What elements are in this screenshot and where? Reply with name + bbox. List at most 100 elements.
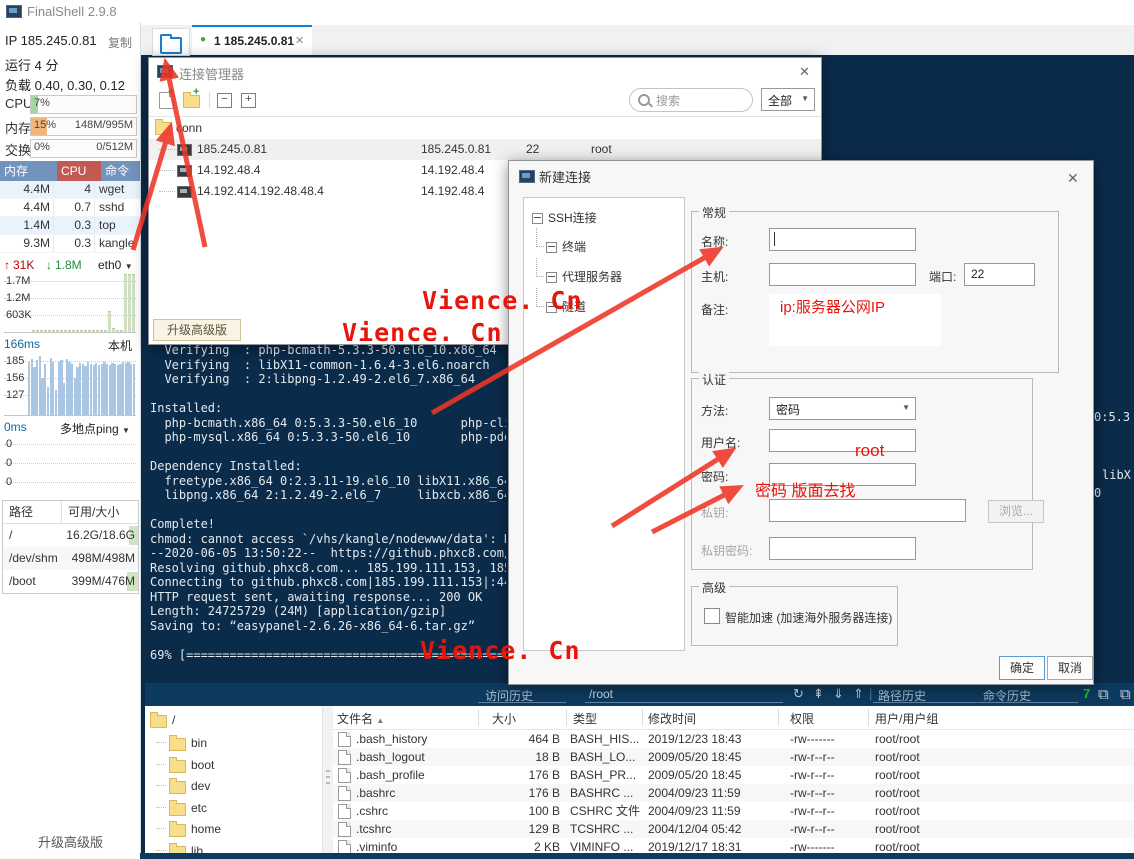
privatekey-input[interactable] [769, 499, 966, 522]
col-cpu[interactable]: CPU [57, 161, 101, 181]
fs-tree-item[interactable]: home [145, 818, 322, 839]
header-perm[interactable]: 权限 [790, 710, 814, 727]
fs-tree-item[interactable]: bin [145, 732, 322, 753]
header-owner[interactable]: 用户/用户组 [875, 710, 938, 727]
refresh-icon[interactable]: ↻ [793, 686, 804, 702]
col-mem[interactable]: 内存 [0, 161, 57, 181]
header-size[interactable]: 大小 [492, 710, 516, 727]
paste-icon[interactable]: ⧉ [1120, 686, 1131, 703]
fs-tree-root[interactable]: / [145, 710, 322, 730]
cpu-label: CPU [5, 96, 32, 111]
file-icon [338, 822, 351, 837]
tab-status-dot: ● [200, 34, 206, 45]
ok-button[interactable]: 确定 [999, 656, 1045, 680]
terminal-line: freetype.x86_64 0:2.3.11-19.el6_10 libX1… [150, 474, 506, 489]
close-icon[interactable]: ✕ [1067, 170, 1079, 187]
cancel-button[interactable]: 取消 [1047, 656, 1093, 680]
file-size: 129 B [482, 820, 560, 838]
file-row[interactable]: .bash_history464 BBASH_HIS...2019/12/23 … [332, 730, 1134, 748]
tree-expander-icon[interactable] [546, 242, 557, 253]
proc-mem: 1.4M [0, 217, 54, 234]
disk-row[interactable]: /boot399M/476M [3, 570, 138, 593]
file-row[interactable]: .bash_profile176 BBASH_PR...2009/05/20 1… [332, 766, 1134, 784]
tree-expander-icon[interactable] [532, 213, 543, 224]
name-input[interactable] [769, 228, 916, 251]
host-input[interactable] [769, 263, 916, 286]
file-row[interactable]: .bashrc176 BBASHRC ...2004/09/23 11:59-r… [332, 784, 1134, 802]
header-type[interactable]: 类型 [573, 710, 597, 727]
file-size: 176 B [482, 784, 560, 802]
search-input[interactable]: 搜索 [629, 88, 753, 112]
username-input[interactable] [769, 429, 916, 452]
plus-badge-icon: + [193, 86, 199, 98]
collapse-all-icon[interactable]: − [217, 93, 232, 108]
mping-select[interactable]: 多地点ping ▼ [60, 420, 130, 437]
connmgr-upgrade-button[interactable]: 升级高级版 [153, 319, 241, 341]
close-icon[interactable]: ✕ [799, 64, 810, 80]
swap-pct: 0% [34, 141, 50, 153]
disk-col-size[interactable]: 可用/大小 [62, 501, 138, 523]
fs-tree-item[interactable]: dev [145, 775, 322, 796]
tab-active[interactable]: ● 1 185.245.0.81 ✕ [192, 25, 312, 55]
upload-icon[interactable]: ⇑ [853, 686, 864, 702]
file-icon-fold [346, 768, 351, 773]
export-icon[interactable]: ⇞ [813, 686, 824, 702]
net-iface-select[interactable]: eth0 ▼ [98, 258, 133, 272]
terminal-output[interactable]: Verifying : php-bcmath-5.3.3-50.el6_10.x… [150, 343, 506, 673]
disk-row[interactable]: /16.2G/18.6G [3, 524, 138, 547]
file-row[interactable]: .bash_logout18 BBASH_LO...2009/05/20 18:… [332, 748, 1134, 766]
tab-close-icon[interactable]: ✕ [295, 34, 304, 47]
port-input[interactable]: 22 [964, 263, 1035, 286]
port-value: 22 [971, 267, 984, 281]
process-row[interactable]: 4.4M4wget [0, 181, 140, 199]
tree-dots [159, 149, 175, 150]
tree-item-ssh[interactable]: SSH连接 [548, 209, 597, 226]
fs-tree-item[interactable]: etc [145, 797, 322, 818]
folder-icon [150, 715, 167, 728]
tree-item-1[interactable]: 代理服务器 [562, 268, 622, 285]
tree-branch-line [156, 764, 166, 765]
col-separator [778, 709, 779, 726]
file-panel: / binbootdevetchomelib 文件名 ▲ 大小 类型 修改时间 … [145, 706, 1134, 855]
process-row[interactable]: 1.4M0.3top [0, 217, 140, 235]
connection-row[interactable]: 185.245.0.81185.245.0.8122root [149, 139, 821, 160]
transfer-count-badge[interactable]: 7 [1083, 686, 1090, 701]
fs-tree-item[interactable]: boot [145, 754, 322, 775]
terminal-fragment: libX [1102, 468, 1131, 482]
process-table: 内存 CPU 命令 4.4M4wget4.4M0.7sshd1.4M0.3top… [0, 161, 140, 253]
browse-button[interactable]: 浏览... [988, 500, 1044, 523]
sidebar-upgrade-link[interactable]: 升级高级版 [38, 832, 103, 851]
tree-expander-icon[interactable] [546, 272, 557, 283]
finalshell-window: FinalShell 2.9.8 Verifying : php-bcmath-… [0, 0, 1134, 859]
mem-pct: 15% [34, 119, 56, 131]
header-filename[interactable]: 文件名 ▲ [337, 710, 384, 727]
conn-folder-row[interactable]: conn [149, 118, 821, 139]
keypass-input[interactable] [769, 537, 916, 560]
col-cmd[interactable]: 命令 [101, 161, 140, 181]
disk-col-path[interactable]: 路径 [3, 501, 62, 523]
file-row[interactable]: .cshrc100 BCSHRC 文件2004/09/23 11:59-rw-r… [332, 802, 1134, 820]
accel-checkbox[interactable] [704, 608, 720, 624]
method-dropdown[interactable]: 密码 ▼ [769, 397, 916, 420]
process-row[interactable]: 9.3M0.3kangle [0, 235, 140, 253]
file-row[interactable]: .tcshrc129 BTCSHRC ...2004/12/04 05:42-r… [332, 820, 1134, 838]
tree-item-0[interactable]: 终端 [562, 238, 586, 255]
proc-cpu: 4 [54, 181, 95, 198]
net-bar [112, 328, 115, 332]
filter-dropdown[interactable]: 全部 ▼ [761, 88, 815, 111]
open-folder-button[interactable] [152, 28, 190, 56]
expand-all-icon[interactable]: + [241, 93, 256, 108]
process-rows: 4.4M4wget4.4M0.7sshd1.4M0.3top9.3M0.3kan… [0, 181, 140, 253]
name-label: 名称: [701, 233, 728, 250]
disk-path: /dev/shm [3, 547, 58, 570]
process-row[interactable]: 4.4M0.7sshd [0, 199, 140, 217]
copy-icon[interactable]: ⧉ [1098, 686, 1109, 703]
chevron-down-icon: ▼ [125, 262, 133, 271]
copy-ip-button[interactable]: 复制 [108, 34, 132, 51]
header-mtime[interactable]: 修改时间 [648, 710, 696, 727]
proc-cmd: sshd [95, 199, 140, 216]
download-icon[interactable]: ⇓ [833, 686, 844, 702]
terminal-line: php-bcmath.x86_64 0:5.3.3-50.el6_10 php-… [150, 416, 506, 431]
process-table-header[interactable]: 内存 CPU 命令 [0, 161, 140, 181]
disk-row[interactable]: /dev/shm498M/498M [3, 547, 138, 570]
